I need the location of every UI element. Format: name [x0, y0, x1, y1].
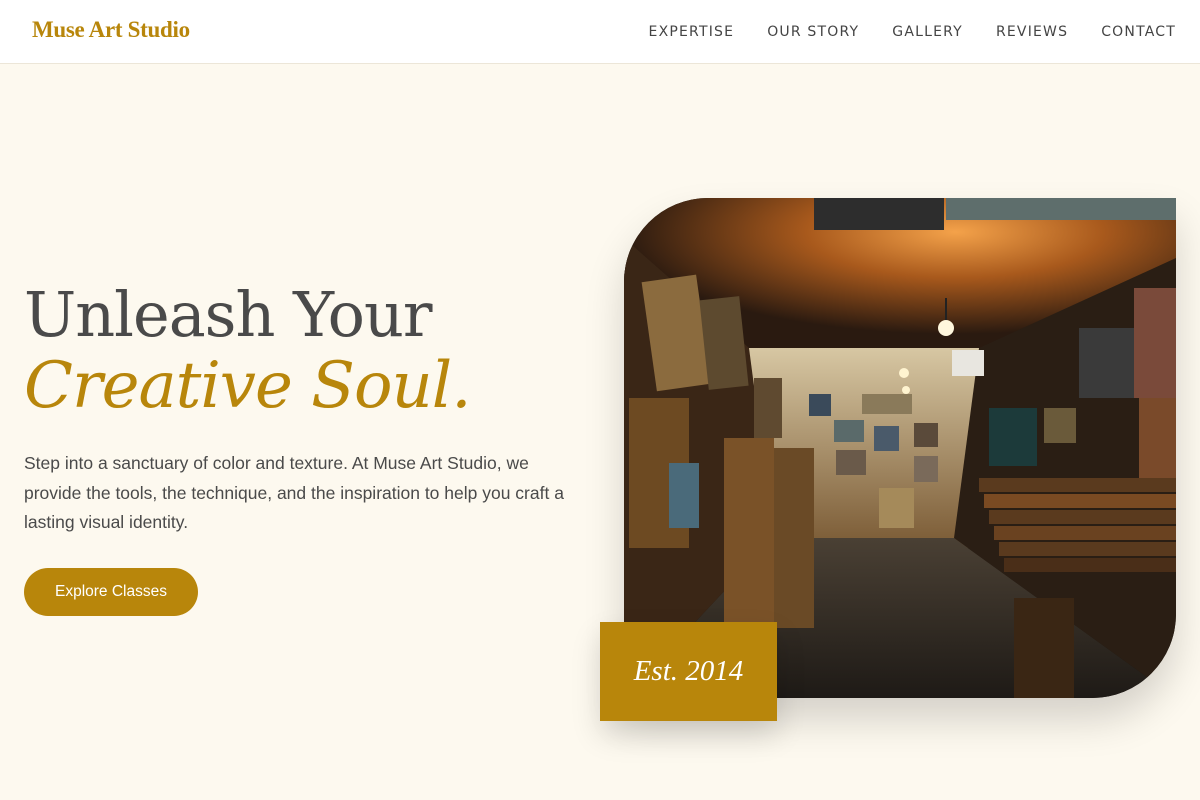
main-nav: EXPERTISE OUR STORY GALLERY REVIEWS CONT… — [649, 0, 1176, 64]
nav-link-contact[interactable]: CONTACT — [1101, 24, 1176, 40]
hero-description: Step into a sanctuary of color and textu… — [24, 453, 564, 532]
nav-link-expertise[interactable]: EXPERTISE — [649, 24, 735, 40]
brand-logo[interactable]: Muse Art Studio — [32, 17, 190, 43]
hero-title: Unleash Your Creative Soul. — [24, 278, 472, 423]
established-badge: Est. 2014 — [600, 622, 777, 721]
nav-link-our-story[interactable]: OUR STORY — [767, 24, 859, 40]
explore-classes-button[interactable]: Explore Classes — [24, 568, 198, 616]
site-header: Muse Art Studio EXPERTISE OUR STORY GALL… — [0, 0, 1200, 64]
nav-link-reviews[interactable]: REVIEWS — [996, 24, 1068, 40]
nav-link-gallery[interactable]: GALLERY — [892, 24, 963, 40]
established-year: Est. 2014 — [633, 655, 744, 687]
hero-title-line2: Creative Soul. — [24, 349, 472, 423]
hero-title-line1: Unleash Your — [24, 278, 433, 351]
